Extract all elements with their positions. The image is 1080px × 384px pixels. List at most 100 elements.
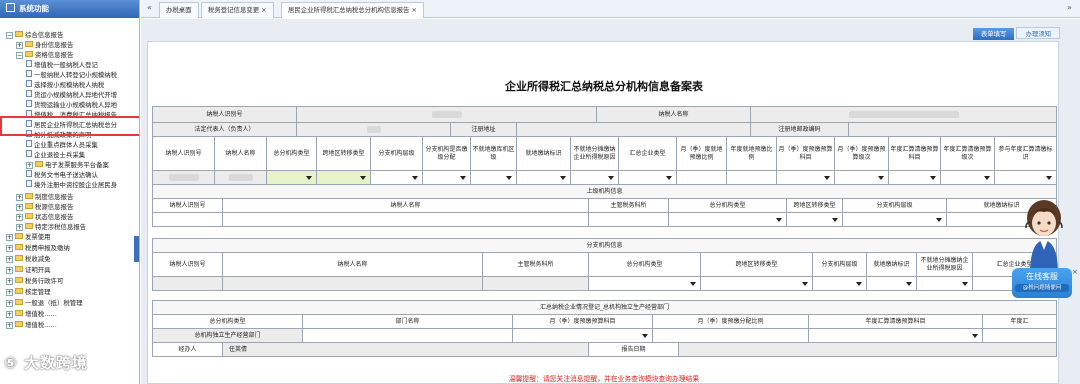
branch-nonlocal-reason-select[interactable] <box>916 276 973 291</box>
tree-item[interactable]: + 一般退（抵）税管理 <box>6 298 83 308</box>
tree-item[interactable]: + 特定涉税信息报告 <box>16 222 86 232</box>
tree-item[interactable]: + 增值税…… <box>6 309 57 319</box>
close-icon[interactable]: × <box>411 6 416 14</box>
monthly-level-select[interactable] <box>834 170 889 185</box>
upper-tax-office-input[interactable] <box>588 212 669 227</box>
upper-org-type-select[interactable] <box>668 212 787 227</box>
collapse-icon[interactable]: − <box>16 52 23 59</box>
col-annual-participation: 参与年度汇算清缴标识 <box>994 136 1057 171</box>
tree-item[interactable]: + 证明开具 <box>6 265 51 275</box>
tab-consolidated-tax-report[interactable]: 居民企业所得税汇总纳税总分机构信息报告 × <box>281 2 424 18</box>
summary-annual-more-cell[interactable] <box>981 328 1058 343</box>
tree-item-label: 特定涉税信息报告 <box>35 223 87 231</box>
enterprise-type-select[interactable] <box>618 170 677 185</box>
tab-registration-change[interactable]: 税务登记信息变更 × <box>201 2 274 18</box>
col-monthly-ratio: 月（季）度就地预缴比例 <box>676 136 727 171</box>
branch-col-nonlocal-reason: 不就地分摊缴纳企业所得税原因 <box>916 252 973 277</box>
tree-item[interactable]: 境外注册中资控股企业居民身 <box>26 180 117 190</box>
expand-icon[interactable]: + <box>16 224 23 231</box>
tree-item[interactable]: 货物运输业小规模纳税人异地 <box>26 100 117 110</box>
branch-col-transfer-type: 跨地区转移类型 <box>700 252 813 277</box>
monthly-subject-select[interactable] <box>776 170 835 185</box>
transfer-type-select[interactable] <box>316 170 371 185</box>
expand-icon[interactable]: + <box>16 204 23 211</box>
tree-item[interactable]: + 税费申报及缴纳 <box>6 243 70 253</box>
tree-item[interactable]: + 税收减免 <box>6 254 51 264</box>
tree-item[interactable]: + 增值税…… <box>6 320 57 330</box>
nonlocal-level-select[interactable] <box>470 170 517 185</box>
nonlocal-reason-select[interactable] <box>570 170 619 185</box>
taxpayer-id-label: 纳税人识别号 <box>152 106 297 123</box>
expand-icon[interactable]: + <box>6 256 13 263</box>
branch-local-pay-select[interactable] <box>866 276 917 291</box>
branch-level-select[interactable] <box>370 170 423 185</box>
tree-item[interactable]: − 资格信息报告 <box>16 50 73 60</box>
tab-scroll-forward-button[interactable]: » <box>1067 3 1072 12</box>
tree-item[interactable]: + 核定管理 <box>6 287 51 297</box>
upper-taxpayer-name-input[interactable] <box>222 212 589 227</box>
annual-level-select[interactable] <box>940 170 995 185</box>
tree-item[interactable]: + 身份信息报告 <box>16 40 73 50</box>
branch-org-type-select[interactable] <box>588 276 701 291</box>
branch-allocation-select[interactable] <box>422 170 471 185</box>
tree-item[interactable]: + 发票使用 <box>6 232 51 242</box>
online-service-widget[interactable]: 在线客服 @税问题随便问 × <box>1010 196 1078 304</box>
collapse-icon[interactable]: − <box>6 32 13 39</box>
tree-item[interactable]: 货运小规模纳税人异地代开增 <box>26 90 117 100</box>
expand-icon[interactable]: + <box>16 42 23 49</box>
summary-monthly-subject-select[interactable] <box>512 328 653 343</box>
summary-annual-subject-select[interactable] <box>808 328 983 343</box>
expand-icon[interactable]: + <box>16 214 23 221</box>
close-icon[interactable]: × <box>1072 268 1078 276</box>
tree-item[interactable]: + 税务行政许可 <box>6 276 63 286</box>
tree-item[interactable]: 企业重点群体人员采集 <box>26 140 98 150</box>
tree-item[interactable]: + 状态信息报告 <box>16 212 73 222</box>
branch-col-taxpayer-id: 纳税人识别号 <box>152 252 223 277</box>
page-icon <box>26 150 32 157</box>
branch-transfer-type-select[interactable] <box>700 276 813 291</box>
expand-icon[interactable]: + <box>6 234 13 241</box>
expand-icon[interactable]: + <box>6 267 13 274</box>
expand-icon[interactable]: + <box>16 194 23 201</box>
upper-col-transfer-type: 跨地区转移类型 <box>786 198 843 213</box>
local-pay-flag-select[interactable] <box>516 170 571 185</box>
expand-icon[interactable]: + <box>26 162 33 169</box>
expand-icon[interactable]: + <box>6 278 13 285</box>
annual-ratio-input[interactable] <box>726 170 777 185</box>
org-type-select[interactable] <box>266 170 317 185</box>
branch-level-select[interactable] <box>812 276 867 291</box>
summary-dept-name-input[interactable] <box>302 328 513 343</box>
tree-item-label: 境外注册中资控股企业居民身 <box>34 181 118 189</box>
warning-message: 温馨提醒：请您关注消息提醒，并在业务查询模块查询办理结果 <box>508 375 700 383</box>
tree-item[interactable]: 选择按小规模纳税人纳税 <box>26 80 104 90</box>
monthly-ratio-input[interactable] <box>676 170 727 185</box>
col-taxpayer-name: 纳税人名称 <box>214 136 267 171</box>
tab-scroll-back-button[interactable]: « <box>147 3 152 12</box>
expand-icon[interactable]: + <box>6 311 13 318</box>
tab-tax-desktop[interactable]: 办税桌面 <box>159 2 199 18</box>
close-icon[interactable]: × <box>261 6 266 14</box>
service-badge[interactable]: 在线客服 @税问题随便问 <box>1012 268 1072 298</box>
expand-icon[interactable]: + <box>6 289 13 296</box>
tree-item[interactable]: 税务文书电子送达确认 <box>26 170 98 180</box>
tree-item[interactable]: + 电子发票服务平台备案 <box>26 160 109 170</box>
expand-icon[interactable]: + <box>6 300 13 307</box>
upper-taxpayer-id-input[interactable] <box>152 212 223 227</box>
upper-transfer-type-select[interactable] <box>786 212 843 227</box>
expand-icon[interactable]: + <box>6 322 13 329</box>
annual-participation-select[interactable] <box>994 170 1057 185</box>
tree-item[interactable]: − 综合信息报告 <box>6 30 63 40</box>
tree-item[interactable]: 一般纳税人转登记小规模纳税 <box>26 70 117 80</box>
expand-icon[interactable]: + <box>6 245 13 252</box>
tree-item[interactable]: 企业退役士兵采集 <box>26 150 85 160</box>
upper-branch-level-select[interactable] <box>842 212 947 227</box>
tree-item[interactable]: 增值税一般纳税人登记 <box>26 60 98 70</box>
summary-monthly-ratio-input[interactable] <box>652 328 809 343</box>
sidebar-collapse-handle[interactable] <box>134 236 139 262</box>
report-date-value <box>678 342 1057 357</box>
guide-button[interactable]: 办理须知 <box>1016 27 1060 39</box>
tree-item[interactable]: + 制度信息报告 <box>16 192 73 202</box>
tree-item[interactable]: + 税源信息报告 <box>16 202 73 212</box>
annual-subject-select[interactable] <box>888 170 941 185</box>
form-fill-button[interactable]: 表单填写 <box>972 28 1015 40</box>
